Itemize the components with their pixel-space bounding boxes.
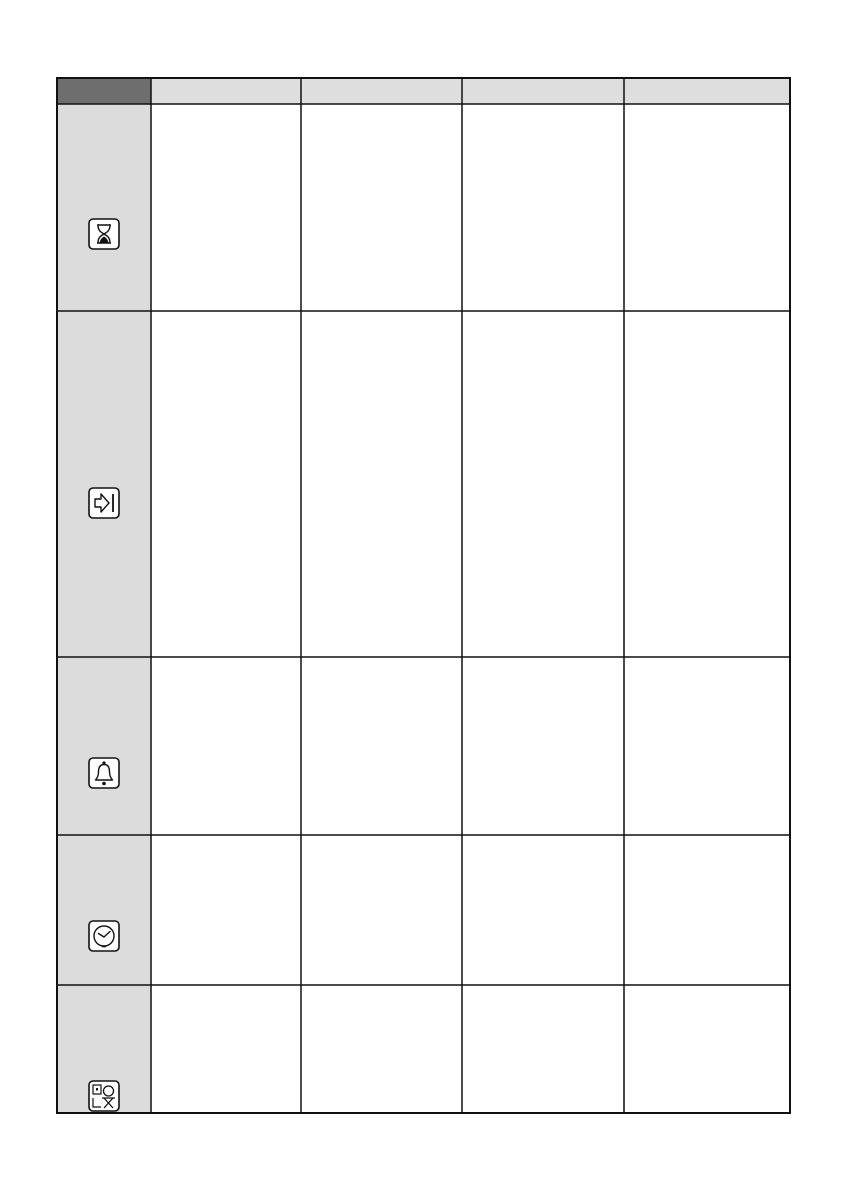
function-table <box>56 77 791 1114</box>
icon-cell-bg <box>57 104 151 311</box>
child-lock-icon <box>88 1080 120 1112</box>
table-border <box>56 77 791 1114</box>
hourglass-icon <box>88 218 120 250</box>
manual-page <box>0 0 841 1191</box>
clock-icon <box>88 920 120 952</box>
header-corner-cell <box>57 78 151 104</box>
header-cell <box>151 78 301 104</box>
icon-cell-bg <box>57 835 151 985</box>
header-cell <box>301 78 462 104</box>
icon-cell-bg <box>57 311 151 657</box>
icon-cell-bg <box>57 657 151 835</box>
bell-icon <box>88 757 120 789</box>
header-cell <box>624 78 790 104</box>
header-cell <box>462 78 624 104</box>
arrow-to-bar-icon <box>88 487 120 519</box>
